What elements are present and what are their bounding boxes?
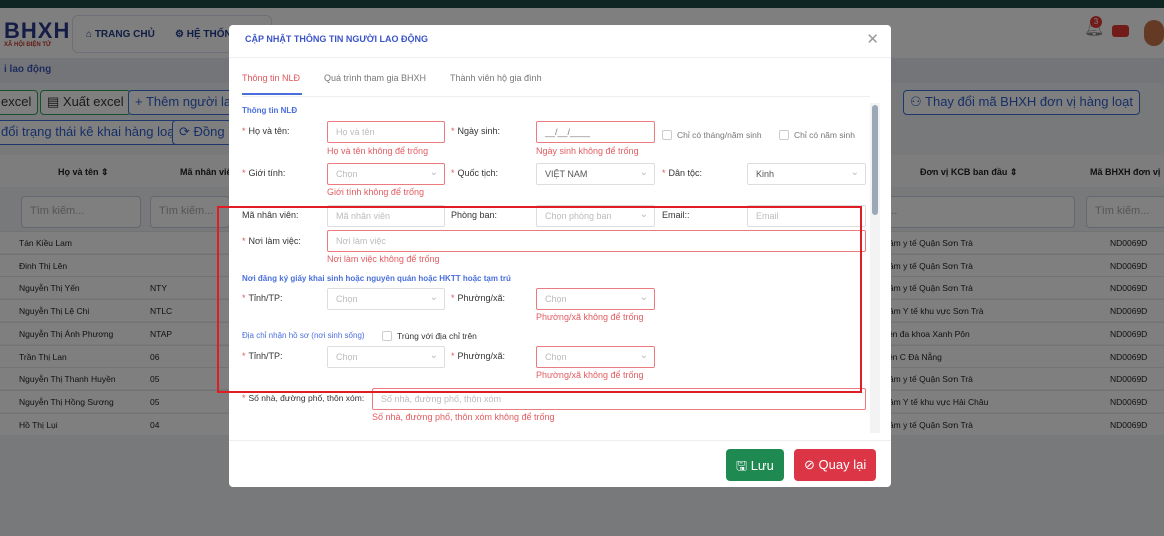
fullname-label: * Họ và tên: <box>242 126 290 136</box>
year-only-checkbox[interactable]: Chỉ có năm sinh <box>779 129 855 141</box>
fullname-input[interactable]: Họ và tên <box>327 121 445 143</box>
modal-title: CẬP NHẬT THÔNG TIN NGƯỜI LAO ĐỘNG <box>245 34 428 44</box>
close-icon[interactable]: ✕ <box>866 30 879 48</box>
gender-select[interactable]: Chọn ⌄ <box>327 163 445 185</box>
nationality-select[interactable]: VIỆT NAM ⌄ <box>536 163 655 185</box>
dob-error: Ngày sinh không để trống <box>536 146 639 156</box>
fullname-error: Họ và tên không để trống <box>327 146 429 156</box>
highlight-box <box>217 206 862 393</box>
back-button[interactable]: ⊘ Quay lại <box>794 449 877 481</box>
divider <box>229 440 891 441</box>
chevron-down-icon: ⌄ <box>850 167 859 178</box>
tab-bhxh-history[interactable]: Quá trình tham gia BHXH <box>324 73 426 83</box>
nationality-label: * Quốc tịch: <box>451 168 499 178</box>
save-button[interactable]: 🖫︎ Lưu <box>726 449 784 481</box>
street-label: * Số nhà, đường phố, thôn xóm: <box>242 393 365 403</box>
scrollbar-thumb[interactable] <box>872 105 878 215</box>
section-employee-info: Thông tin NLĐ <box>242 106 298 115</box>
tab-family-members[interactable]: Thành viên hộ gia đình <box>450 73 542 83</box>
month-year-only-checkbox[interactable]: Chỉ có tháng/năm sinh <box>662 129 762 141</box>
dob-label: * Ngày sinh: <box>451 126 501 136</box>
gender-error: Giới tính không để trống <box>327 187 424 197</box>
save-icon: 🖫︎ <box>736 458 751 473</box>
dob-input[interactable]: __/__/____ <box>536 121 655 143</box>
ethnicity-label: * Dân tộc: <box>662 168 703 178</box>
back-label: Quay lại <box>818 457 867 472</box>
tab-employee-info[interactable]: Thông tin NLĐ <box>242 73 300 83</box>
street-error: Số nhà, đường phố, thôn xóm không để trố… <box>372 412 555 422</box>
chevron-down-icon: ⌄ <box>429 167 438 178</box>
tab-underline <box>242 93 302 95</box>
ethnicity-select[interactable]: Kinh ⌄ <box>747 163 866 185</box>
chevron-down-icon: ⌄ <box>639 167 648 178</box>
save-label: Lưu <box>750 458 774 473</box>
cancel-icon: ⊘ <box>804 457 819 472</box>
gender-label: * Giới tính: <box>242 168 286 178</box>
divider <box>242 96 870 97</box>
divider <box>229 57 891 58</box>
